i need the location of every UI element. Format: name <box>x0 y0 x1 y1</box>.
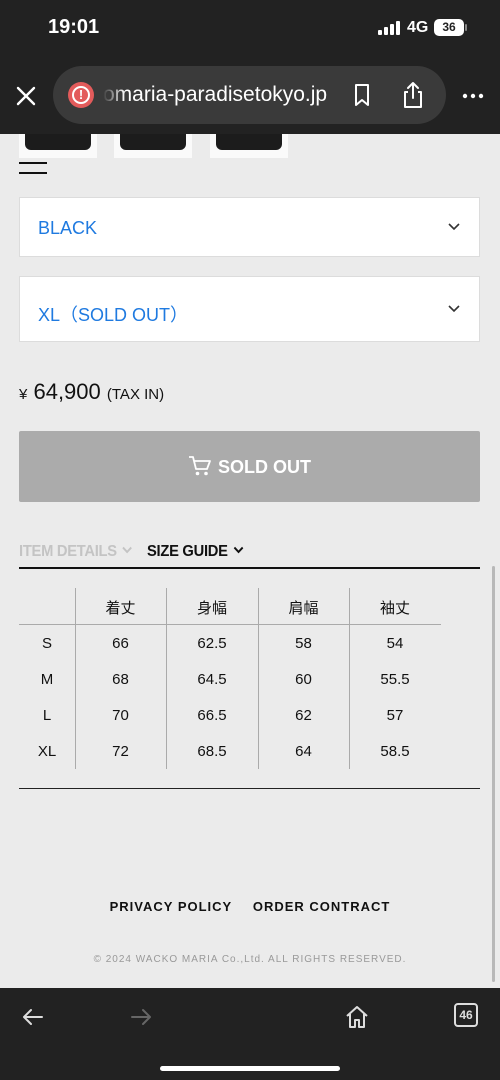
product-thumbnail[interactable] <box>210 134 288 158</box>
close-icon[interactable] <box>12 82 40 110</box>
table-cell: L <box>42 707 52 724</box>
table-cell: 62.5 <box>197 635 227 652</box>
size-select-value: XL（SOLD OUT） <box>38 305 189 325</box>
table-cell: 68.5 <box>197 743 227 760</box>
order-contract-link[interactable]: ORDER CONTRACT <box>253 899 391 914</box>
table-cell: 64.5 <box>197 671 227 688</box>
footer-links: PRIVACY POLICY ORDER CONTRACT <box>0 899 500 914</box>
tax-note: (TAX IN) <box>106 386 165 403</box>
currency-symbol: ¥ <box>19 386 28 403</box>
color-select[interactable]: BLACK <box>19 197 480 257</box>
sold-out-label: SOLD OUT <box>218 457 311 477</box>
sold-out-button[interactable]: SOLD OUT <box>19 431 480 502</box>
browser-bottom-bar: 46 <box>0 988 500 1080</box>
tab-item-details[interactable]: ITEM DETAILS <box>19 543 133 561</box>
table-cell: 57 <box>386 707 404 724</box>
table-cell: XL <box>37 743 57 760</box>
table-cell: 60 <box>295 671 312 688</box>
table-cell: 64 <box>295 743 312 760</box>
table-cell: M <box>40 671 54 688</box>
color-select-value: BLACK <box>38 218 98 238</box>
browser-toolbar: omaria-paradisetokyo.jp <box>0 58 500 134</box>
product-thumbnail[interactable] <box>19 134 97 158</box>
chevron-down-icon <box>448 305 460 313</box>
tab-size-guide[interactable]: SIZE GUIDE <box>147 543 244 561</box>
details-tabs: ITEM DETAILS SIZE GUIDE <box>19 543 480 569</box>
product-thumbnail[interactable] <box>114 134 192 158</box>
copyright: © 2024 WACKO MARIA Co.,Ltd. ALL RIGHTS R… <box>93 954 407 965</box>
table-cell: 72 <box>112 743 129 760</box>
network-type: 4G <box>407 19 429 36</box>
table-cell: 58 <box>295 635 312 652</box>
table-cell: 54 <box>386 635 404 652</box>
table-cell: 62 <box>295 707 312 724</box>
size-table: 着丈 身幅 肩幅 袖丈 S 66 62.5 58 54 M 68 64.5 60… <box>19 588 441 769</box>
table-cell: 66 <box>112 635 129 652</box>
table-header-cell: 袖丈 <box>379 600 410 617</box>
battery-icon: 36 <box>434 19 464 36</box>
home-icon[interactable] <box>344 1004 370 1030</box>
table-cell: 58.5 <box>380 743 410 760</box>
share-icon[interactable] <box>399 80 427 110</box>
url-text[interactable]: omaria-paradisetokyo.jp <box>103 83 338 107</box>
cart-icon <box>189 456 211 476</box>
chevron-down-icon <box>448 223 460 231</box>
table-header-cell: 肩幅 <box>288 600 319 617</box>
tab-size-guide-label: SIZE GUIDE <box>147 543 228 560</box>
warning-icon[interactable] <box>68 82 94 108</box>
table-cell: 66.5 <box>197 707 227 724</box>
forward-icon[interactable] <box>128 1004 154 1030</box>
home-indicator[interactable] <box>160 1066 340 1071</box>
privacy-policy-link[interactable]: PRIVACY POLICY <box>110 899 233 914</box>
table-cell: 55.5 <box>380 671 410 688</box>
table-cell: 68 <box>112 671 129 688</box>
chevron-down-icon <box>233 546 244 554</box>
tab-item-details-label: ITEM DETAILS <box>19 543 117 560</box>
status-time: 19:01 <box>48 16 100 38</box>
product-price: ¥ 64,900 (TAX IN) <box>19 379 164 405</box>
address-bar[interactable]: omaria-paradisetokyo.jp <box>53 66 446 124</box>
table-header-cell: 身幅 <box>196 600 227 617</box>
tabs-icon[interactable]: 46 <box>454 1003 478 1027</box>
price-amount: 64,900 <box>33 379 101 404</box>
bookmark-icon[interactable] <box>349 82 375 108</box>
more-icon[interactable] <box>460 86 486 106</box>
divider <box>19 788 480 789</box>
table-cell: 70 <box>112 707 129 724</box>
table-cell: S <box>41 635 52 652</box>
battery-tip <box>465 24 467 31</box>
status-bar: 19:01 4G 36 <box>0 0 500 58</box>
table-header-cell: 着丈 <box>105 600 136 617</box>
scrollbar[interactable] <box>492 566 495 982</box>
back-icon[interactable] <box>20 1004 46 1030</box>
cellular-signal-icon <box>378 21 402 35</box>
chevron-down-icon <box>122 546 133 554</box>
product-thumbnails <box>0 134 500 160</box>
menu-icon[interactable] <box>19 162 47 174</box>
size-select[interactable]: XL（SOLD OUT） <box>19 276 480 342</box>
